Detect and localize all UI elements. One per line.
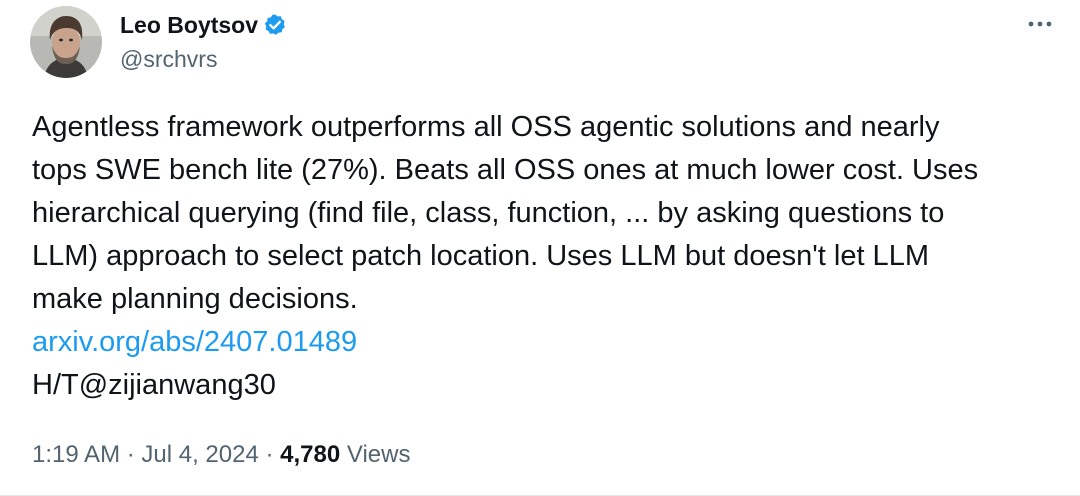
- tweet-text: Agentless framework outperforms all OSS …: [32, 111, 979, 315]
- tweet-meta: 1:19 AM · Jul 4, 2024 · 4,780 Views: [32, 437, 410, 473]
- meta-separator: ·: [258, 441, 281, 468]
- views-label: Views: [340, 441, 411, 468]
- tweet-card: Leo Boytsov @srchvrs Agentless framework…: [0, 0, 1080, 496]
- views-count[interactable]: 4,780: [280, 441, 340, 468]
- user-avatar: [30, 6, 102, 78]
- hat-tip-prefix: H/T: [32, 369, 79, 401]
- verified-badge-icon: [263, 13, 287, 37]
- hat-tip-line: H/T@zijianwang30: [32, 364, 276, 407]
- hat-tip-mention[interactable]: @zijianwang30: [79, 369, 276, 401]
- tweet-date[interactable]: Jul 4, 2024: [141, 441, 258, 468]
- more-options-icon[interactable]: [1026, 16, 1054, 32]
- tweet-time[interactable]: 1:19 AM: [32, 441, 120, 468]
- author-name-row: Leo Boytsov: [120, 10, 287, 40]
- meta-separator: ·: [120, 441, 142, 468]
- author-display-name[interactable]: Leo Boytsov: [120, 12, 258, 39]
- author-handle[interactable]: @srchvrs: [120, 46, 217, 73]
- avatar[interactable]: [30, 6, 102, 78]
- tweet-link[interactable]: arxiv.org/abs/2407.01489: [32, 321, 357, 364]
